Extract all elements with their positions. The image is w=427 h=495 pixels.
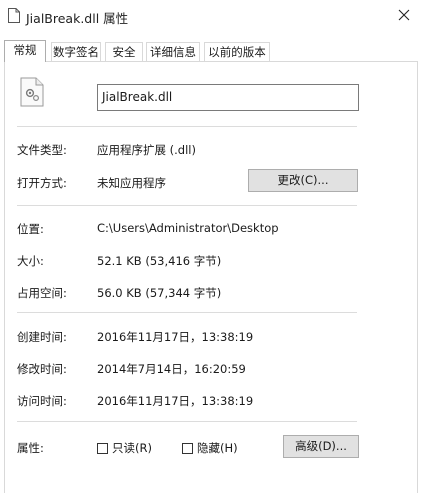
size-label: 大小: bbox=[17, 254, 44, 268]
accessed-label: 访问时间: bbox=[17, 394, 67, 408]
dll-file-icon bbox=[20, 77, 44, 107]
properties-window: JialBreak.dll 属性 常规 数字签名 安全 详细信息 以前的版本 J… bbox=[0, 0, 427, 495]
size-value: 52.1 KB (53,416 字节) bbox=[97, 254, 222, 268]
title-bar[interactable]: JialBreak.dll 属性 bbox=[0, 0, 427, 32]
open-with-value: 未知应用程序 bbox=[97, 176, 166, 190]
tab-general[interactable]: 常规 bbox=[4, 40, 46, 62]
location-value: C:\Users\Administrator\Desktop bbox=[97, 221, 279, 235]
attributes-label: 属性: bbox=[17, 441, 44, 455]
open-with-label: 打开方式: bbox=[17, 176, 67, 190]
accessed-value: 2016年11月17日，13:38:19 bbox=[97, 394, 254, 408]
advanced-button[interactable]: 高级(D)... bbox=[283, 435, 359, 458]
modified-label: 修改时间: bbox=[17, 362, 67, 376]
size-on-disk-label: 占用空间: bbox=[17, 286, 67, 300]
hidden-checkbox[interactable] bbox=[182, 443, 193, 454]
window-title: JialBreak.dll 属性 bbox=[26, 11, 129, 26]
created-value: 2016年11月17日，13:38:19 bbox=[97, 330, 254, 344]
tab-details[interactable]: 详细信息 bbox=[146, 42, 200, 61]
file-name-field[interactable]: JialBreak.dll bbox=[97, 84, 359, 111]
hidden-checkbox-label[interactable]: 隐藏(H) bbox=[197, 440, 238, 456]
divider bbox=[17, 205, 357, 206]
file-type-value: 应用程序扩展 (.dll) bbox=[97, 143, 196, 157]
close-icon bbox=[398, 9, 410, 21]
change-button[interactable]: 更改(C)... bbox=[248, 169, 358, 192]
location-label: 位置: bbox=[17, 222, 44, 236]
divider bbox=[17, 421, 357, 422]
tab-digital-signatures[interactable]: 数字签名 bbox=[51, 42, 101, 61]
size-on-disk-value: 56.0 KB (57,344 字节) bbox=[97, 286, 222, 300]
file-type-label: 文件类型: bbox=[17, 143, 67, 157]
tab-security[interactable]: 安全 bbox=[105, 42, 143, 61]
divider bbox=[17, 126, 357, 127]
readonly-checkbox[interactable] bbox=[97, 443, 108, 454]
divider bbox=[17, 312, 357, 313]
readonly-checkbox-label[interactable]: 只读(R) bbox=[112, 440, 152, 456]
modified-value: 2014年7月14日，16:20:59 bbox=[97, 362, 246, 376]
file-icon bbox=[8, 8, 20, 23]
tab-previous-versions[interactable]: 以前的版本 bbox=[204, 42, 270, 61]
created-label: 创建时间: bbox=[17, 330, 67, 344]
close-button[interactable] bbox=[381, 0, 427, 30]
